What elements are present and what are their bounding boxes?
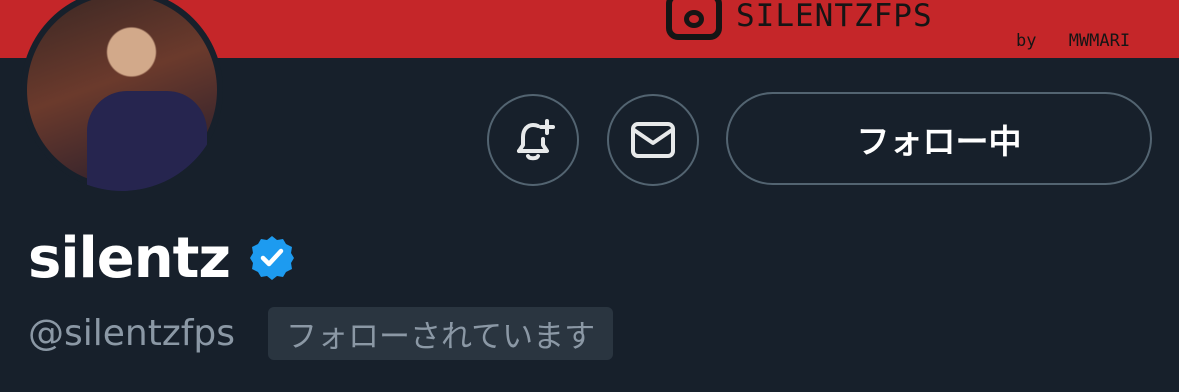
following-button[interactable]: フォロー中 [726, 92, 1152, 185]
bell-plus-icon [517, 119, 555, 161]
avatar[interactable] [21, 0, 223, 191]
display-name: silentz [28, 225, 231, 291]
banner-credit-text: by MWMARI [1016, 31, 1131, 51]
notifications-button[interactable] [487, 94, 579, 186]
message-button[interactable] [607, 94, 699, 186]
handle-row: @silentzfps フォローされています [28, 306, 614, 360]
user-handle: @silentzfps [28, 312, 236, 354]
avatar-photo [27, 0, 217, 191]
verified-badge-icon [249, 236, 294, 280]
name-row: silentz [28, 222, 296, 294]
instagram-icon [666, 0, 722, 40]
banner-handle-text: SILENTZFPS [736, 0, 933, 34]
follows-you-badge: フォローされています [268, 306, 614, 360]
envelope-icon [631, 122, 675, 158]
